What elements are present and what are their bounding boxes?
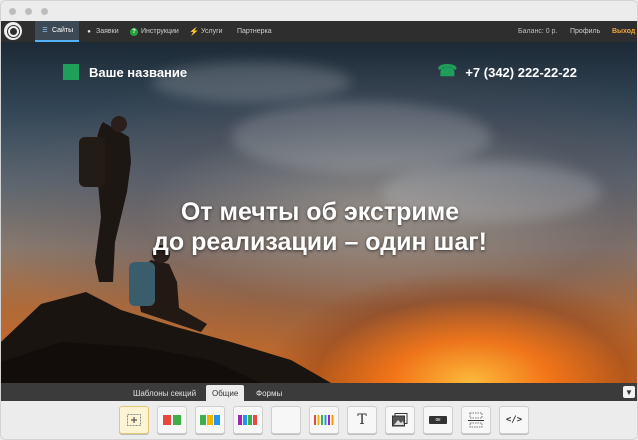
nav-item-services[interactable]: ⚡ Услуги xyxy=(189,21,223,42)
images-icon xyxy=(392,413,408,427)
balance-text: Баланс: 0 р. xyxy=(518,28,558,35)
close-window-dot[interactable] xyxy=(9,8,16,15)
three-columns-tool[interactable] xyxy=(195,406,225,434)
button-icon: ок xyxy=(429,416,447,424)
html-code-tool[interactable]: </> xyxy=(499,406,529,434)
text-icon: T xyxy=(357,412,367,428)
logout-link[interactable]: Выход xyxy=(612,21,635,42)
nav-item-partners[interactable]: Партнерка xyxy=(237,21,272,42)
code-icon: </> xyxy=(505,415,523,425)
add-block-icon xyxy=(127,414,141,426)
divider-icon xyxy=(468,412,484,428)
nav-item-label: Партнерка xyxy=(237,28,272,35)
nav-item-label: Услуги xyxy=(201,28,223,35)
user-icon: ● xyxy=(87,28,91,35)
text-tool[interactable]: T xyxy=(347,406,377,434)
hero-headline[interactable]: От мечты об экстриме до реализации – оди… xyxy=(1,197,637,257)
zoom-window-dot[interactable] xyxy=(41,8,48,15)
list-icon: ☰ xyxy=(42,28,48,34)
phone-icon: ☎ xyxy=(437,63,458,80)
hero-section[interactable]: Ваше название ☎ +7 (342) 222-22-22 От ме… xyxy=(1,42,637,383)
three-columns-icon xyxy=(200,415,220,425)
add-section-tool[interactable] xyxy=(119,406,149,434)
button-tool[interactable]: ок xyxy=(423,406,453,434)
tab-forms[interactable]: Формы xyxy=(250,385,288,401)
brand-block[interactable]: Ваше название xyxy=(63,64,187,80)
headline-line-2: до реализации – один шаг! xyxy=(152,228,488,256)
nav-item-label: Заявки xyxy=(96,28,119,35)
image-tool[interactable] xyxy=(385,406,415,434)
nav-item-requests[interactable]: ● Заявки xyxy=(85,21,119,42)
phone-block[interactable]: ☎ +7 (342) 222-22-22 xyxy=(437,64,577,80)
collapse-panel-button[interactable]: ▼ xyxy=(623,386,635,398)
tab-general[interactable]: Общие xyxy=(206,385,245,401)
help-icon: ? xyxy=(130,27,138,36)
nav-item-instructions[interactable]: ? Инструкции xyxy=(130,21,179,42)
logout-label: Выход xyxy=(612,28,636,35)
four-columns-tool[interactable] xyxy=(233,406,263,434)
tab-label: Формы xyxy=(256,388,283,398)
chevron-down-icon: ▼ xyxy=(625,387,633,397)
phone-number: +7 (342) 222-22-22 xyxy=(465,64,577,80)
two-columns-tool[interactable] xyxy=(157,406,187,434)
headline-line-1: От мечты об экстриме xyxy=(180,198,460,226)
empty-block-tool[interactable] xyxy=(271,406,301,434)
multi-columns-tool[interactable] xyxy=(309,406,339,434)
six-columns-icon xyxy=(314,415,334,425)
profile-label: Профиль xyxy=(570,28,601,35)
two-columns-icon xyxy=(163,415,181,425)
minimize-window-dot[interactable] xyxy=(25,8,32,15)
tab-label: Общие xyxy=(212,388,239,398)
divider-tool[interactable] xyxy=(461,406,491,434)
app-logo-icon[interactable] xyxy=(4,22,22,40)
blocks-toolbar: T ок </> xyxy=(1,401,637,439)
nav-item-label: Инструкции xyxy=(141,28,179,35)
brand-logo-icon xyxy=(63,64,79,80)
nav-item-label: Сайты xyxy=(52,27,74,34)
four-columns-icon xyxy=(238,415,257,425)
tab-label: Шаблоны секций xyxy=(133,388,197,398)
window-titlebar xyxy=(1,1,637,21)
tab-section-templates[interactable]: Шаблоны секций xyxy=(127,385,202,401)
brand-name: Ваше название xyxy=(89,64,188,80)
blocks-panel-tabs: Шаблоны секций Общие Формы ▼ xyxy=(1,383,637,401)
app-window: ☰ Сайты ● Заявки ? Инструкции ⚡ Услуги П… xyxy=(0,0,638,440)
bolt-icon: ⚡ xyxy=(189,27,199,36)
balance-indicator: Баланс: 0 р. xyxy=(518,21,557,42)
profile-link[interactable]: Профиль xyxy=(570,21,600,42)
nav-item-sites[interactable]: ☰ Сайты xyxy=(35,21,80,42)
top-navigation: ☰ Сайты ● Заявки ? Инструкции ⚡ Услуги П… xyxy=(1,21,637,42)
